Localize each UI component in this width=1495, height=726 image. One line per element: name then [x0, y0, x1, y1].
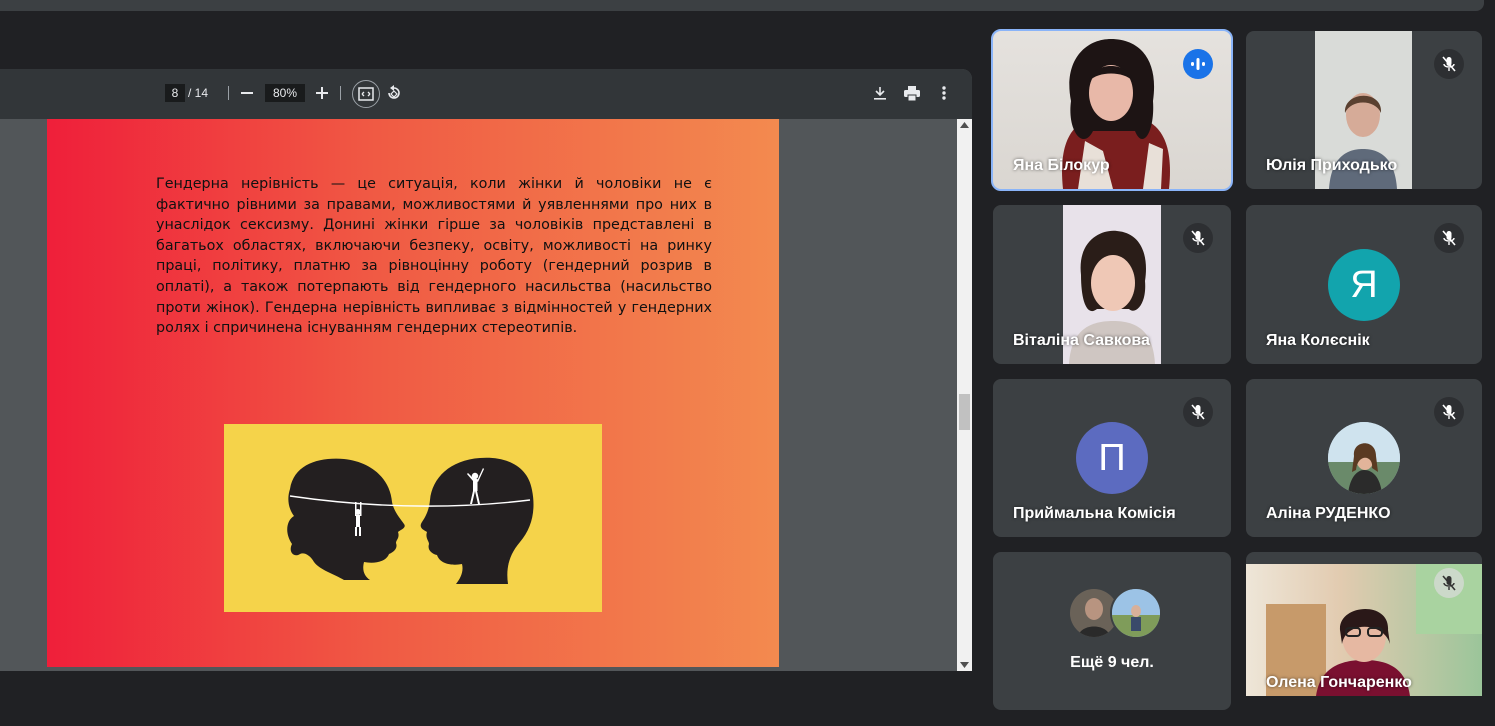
mic-off-icon	[1434, 397, 1464, 427]
participant-tile[interactable]: Віталіна Савкова	[993, 205, 1231, 364]
mic-off-icon	[1183, 397, 1213, 427]
mic-off-icon	[1434, 223, 1464, 253]
avatar-photo	[1328, 422, 1400, 494]
scroll-down-icon[interactable]	[960, 662, 969, 668]
page-number-input[interactable]: 8	[165, 84, 185, 102]
zoom-in-icon[interactable]	[313, 84, 331, 102]
download-icon[interactable]	[870, 83, 890, 103]
scrollbar[interactable]	[957, 119, 972, 671]
divider	[228, 86, 229, 100]
speaking-icon	[1183, 49, 1213, 79]
participant-tile[interactable]: Олена Гончаренко	[1246, 552, 1482, 696]
slide-paragraph: Гендерна нерівність — це ситуація, коли …	[156, 176, 712, 337]
participant-name: Олена Гончаренко	[1266, 674, 1412, 691]
mic-off-icon	[1434, 568, 1464, 598]
avatar: П	[1076, 422, 1148, 494]
divider	[340, 86, 341, 100]
mic-off-icon	[1434, 49, 1464, 79]
mic-off-icon	[1183, 223, 1213, 253]
print-icon[interactable]	[902, 83, 922, 103]
more-participants-count: Ещё 9 чел.	[1070, 654, 1154, 671]
participant-name: Аліна РУДЕНКО	[1266, 505, 1391, 522]
avatar	[1110, 587, 1162, 639]
participant-tile-active-speaker[interactable]: Яна Білокур	[991, 29, 1233, 191]
pdf-toolbar: 8 / 14 80%	[0, 69, 972, 119]
zoom-out-icon[interactable]	[238, 84, 256, 102]
pdf-viewer: 8 / 14 80% Гендерна нерівність — це ситу…	[0, 69, 972, 671]
top-bar	[0, 0, 1484, 11]
pdf-page: Гендерна нерівність — це ситуація, коли …	[47, 119, 779, 667]
scroll-thumb[interactable]	[959, 394, 970, 430]
participant-name: Яна Колєснік	[1266, 332, 1370, 349]
participant-name: Приймальна Комісія	[1013, 505, 1176, 522]
two-heads-illustration	[287, 457, 534, 584]
page-total: / 14	[188, 86, 209, 100]
participant-name: Юлія Приходько	[1266, 157, 1398, 174]
rotate-icon[interactable]	[384, 83, 404, 103]
scroll-up-icon[interactable]	[960, 122, 969, 128]
participant-name: Віталіна Савкова	[1013, 332, 1150, 349]
avatar-photo	[1112, 589, 1160, 637]
participant-name: Яна Білокур	[1013, 157, 1110, 174]
avatar	[1328, 422, 1400, 494]
participant-tile[interactable]: Юлія Приходько	[1246, 31, 1482, 189]
illustration-panel	[224, 424, 602, 612]
avatar: Я	[1328, 249, 1400, 321]
participant-tile[interactable]: Я Яна Колєснік	[1246, 205, 1482, 364]
more-participants-tile[interactable]: Ещё 9 чел.	[993, 552, 1231, 710]
more-vert-icon[interactable]	[934, 83, 954, 103]
participant-tile[interactable]: П Приймальна Комісія	[993, 379, 1231, 537]
fit-page-icon[interactable]	[352, 80, 380, 108]
participant-tile[interactable]: Аліна РУДЕНКО	[1246, 379, 1482, 537]
zoom-level-input[interactable]: 80%	[265, 84, 305, 102]
